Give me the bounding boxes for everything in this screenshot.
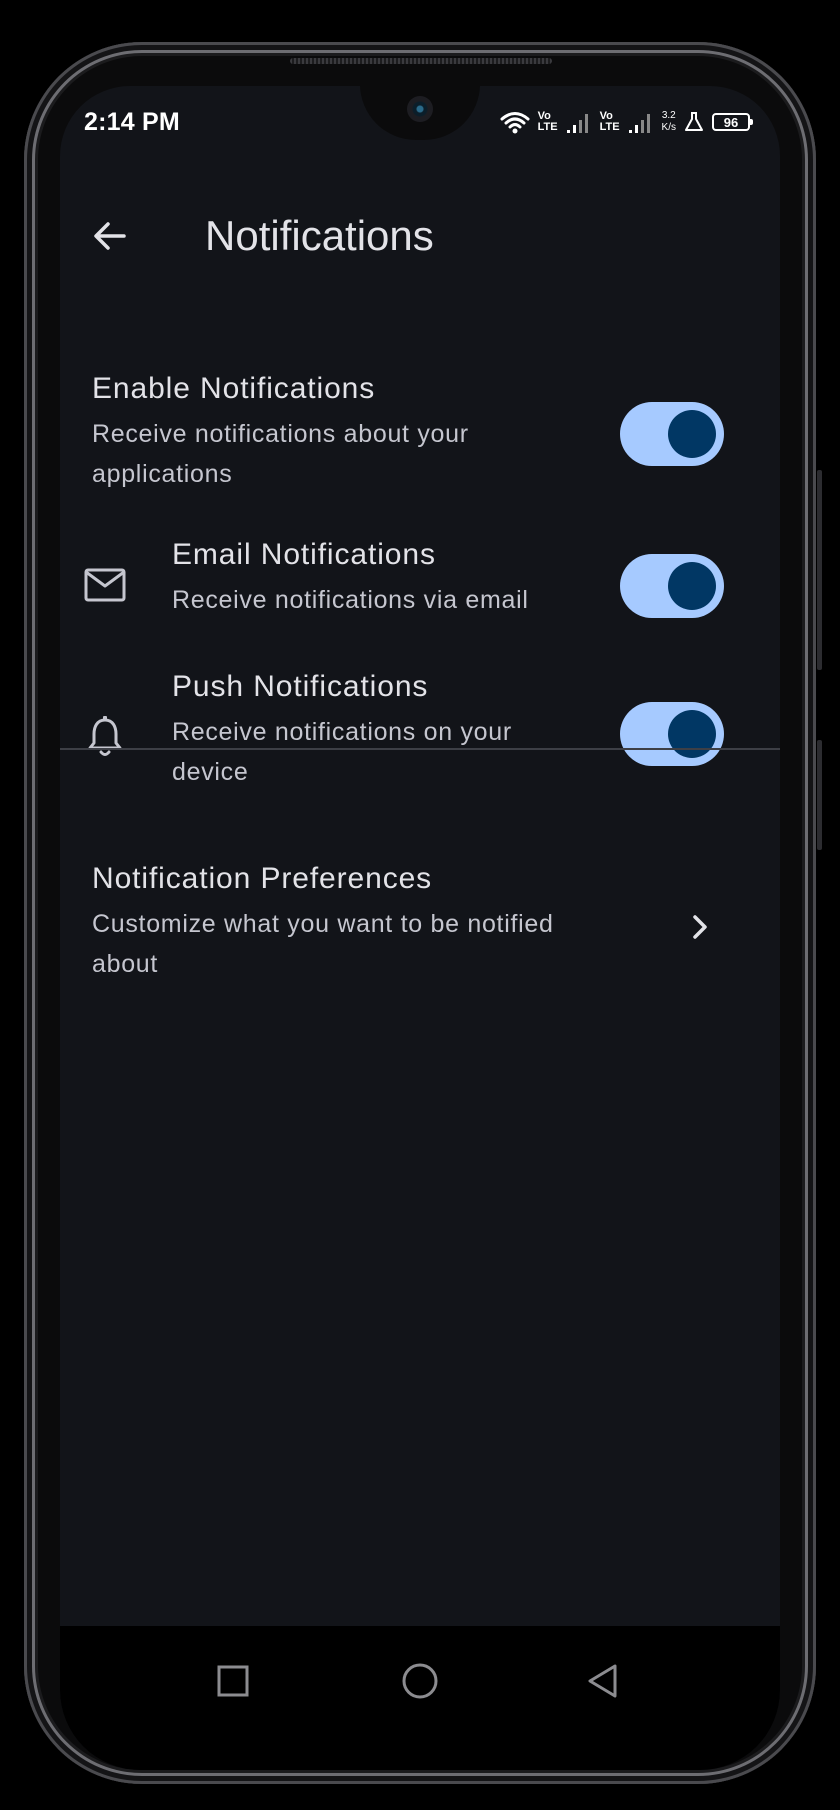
volte-lte-label: LTE bbox=[537, 121, 558, 133]
enable-notifications-setting[interactable]: Enable Notifications Receive notificatio… bbox=[60, 366, 780, 488]
wifi-icon bbox=[500, 112, 530, 134]
back-button[interactable] bbox=[80, 206, 140, 266]
power-button bbox=[817, 740, 822, 850]
signal-bars-icon bbox=[628, 114, 650, 133]
arrow-back-icon bbox=[94, 222, 126, 250]
setting-subtitle: Receive notifications on your device bbox=[172, 718, 512, 786]
status-time: 2:14 PM bbox=[84, 108, 180, 136]
status-bar: 2:14 PM Vo LTE Vo LTE 3.2 K/s 96 bbox=[60, 86, 780, 156]
system-navigation-bar bbox=[60, 1626, 780, 1770]
notification-preferences-item[interactable]: Notification Preferences Customize what … bbox=[60, 862, 780, 982]
email-notifications-setting[interactable]: Email Notifications Receive notification… bbox=[60, 538, 780, 638]
volte-lte-label: LTE bbox=[599, 121, 620, 133]
mail-icon bbox=[82, 562, 128, 608]
push-notifications-toggle[interactable] bbox=[620, 702, 724, 766]
earpiece-grille bbox=[290, 58, 552, 64]
page-title: Notifications bbox=[205, 212, 434, 259]
enable-notifications-toggle[interactable] bbox=[620, 402, 724, 466]
network-speed-value: 3.2 bbox=[661, 110, 676, 121]
section-divider bbox=[60, 748, 780, 750]
status-icons: Vo LTE Vo LTE 3.2 K/s 96 bbox=[500, 106, 753, 138]
toggle-knob bbox=[668, 410, 716, 458]
setting-subtitle: Receive notifications via email bbox=[172, 586, 529, 614]
back-nav-button[interactable] bbox=[580, 1658, 626, 1704]
circle-icon bbox=[402, 1663, 438, 1699]
network-speed: 3.2 K/s bbox=[662, 110, 676, 134]
square-icon bbox=[217, 1665, 249, 1697]
setting-title: Email Notifications bbox=[172, 538, 436, 571]
flask-icon bbox=[685, 112, 703, 131]
recent-apps-button[interactable] bbox=[210, 1658, 256, 1704]
setting-title: Enable Notifications bbox=[92, 372, 376, 405]
setting-title: Push Notifications bbox=[172, 670, 429, 703]
chevron-right-icon bbox=[685, 912, 715, 942]
battery-indicator: 96 bbox=[712, 113, 753, 131]
setting-subtitle: Receive notifications about your applica… bbox=[92, 420, 469, 488]
network-speed-unit: K/s bbox=[661, 122, 676, 133]
volte-badge-2: Vo LTE bbox=[600, 111, 620, 133]
push-notifications-setting[interactable]: Push Notifications Receive notifications… bbox=[60, 670, 780, 800]
bell-icon bbox=[82, 714, 128, 760]
email-notifications-toggle[interactable] bbox=[620, 554, 724, 618]
signal-bars-icon bbox=[566, 114, 588, 133]
home-button[interactable] bbox=[397, 1658, 443, 1704]
screen: 2:14 PM Vo LTE Vo LTE 3.2 K/s 96 Notific… bbox=[60, 86, 780, 1770]
setting-subtitle: Customize what you want to be notified a… bbox=[92, 910, 554, 978]
setting-title: Notification Preferences bbox=[92, 862, 433, 895]
toggle-knob bbox=[668, 710, 716, 758]
triangle-back-icon bbox=[588, 1664, 617, 1698]
toggle-knob bbox=[668, 562, 716, 610]
app-bar: Notifications bbox=[60, 186, 780, 286]
volte-badge-1: Vo LTE bbox=[538, 111, 558, 133]
volume-button bbox=[817, 470, 822, 670]
battery-level: 96 bbox=[723, 114, 739, 130]
